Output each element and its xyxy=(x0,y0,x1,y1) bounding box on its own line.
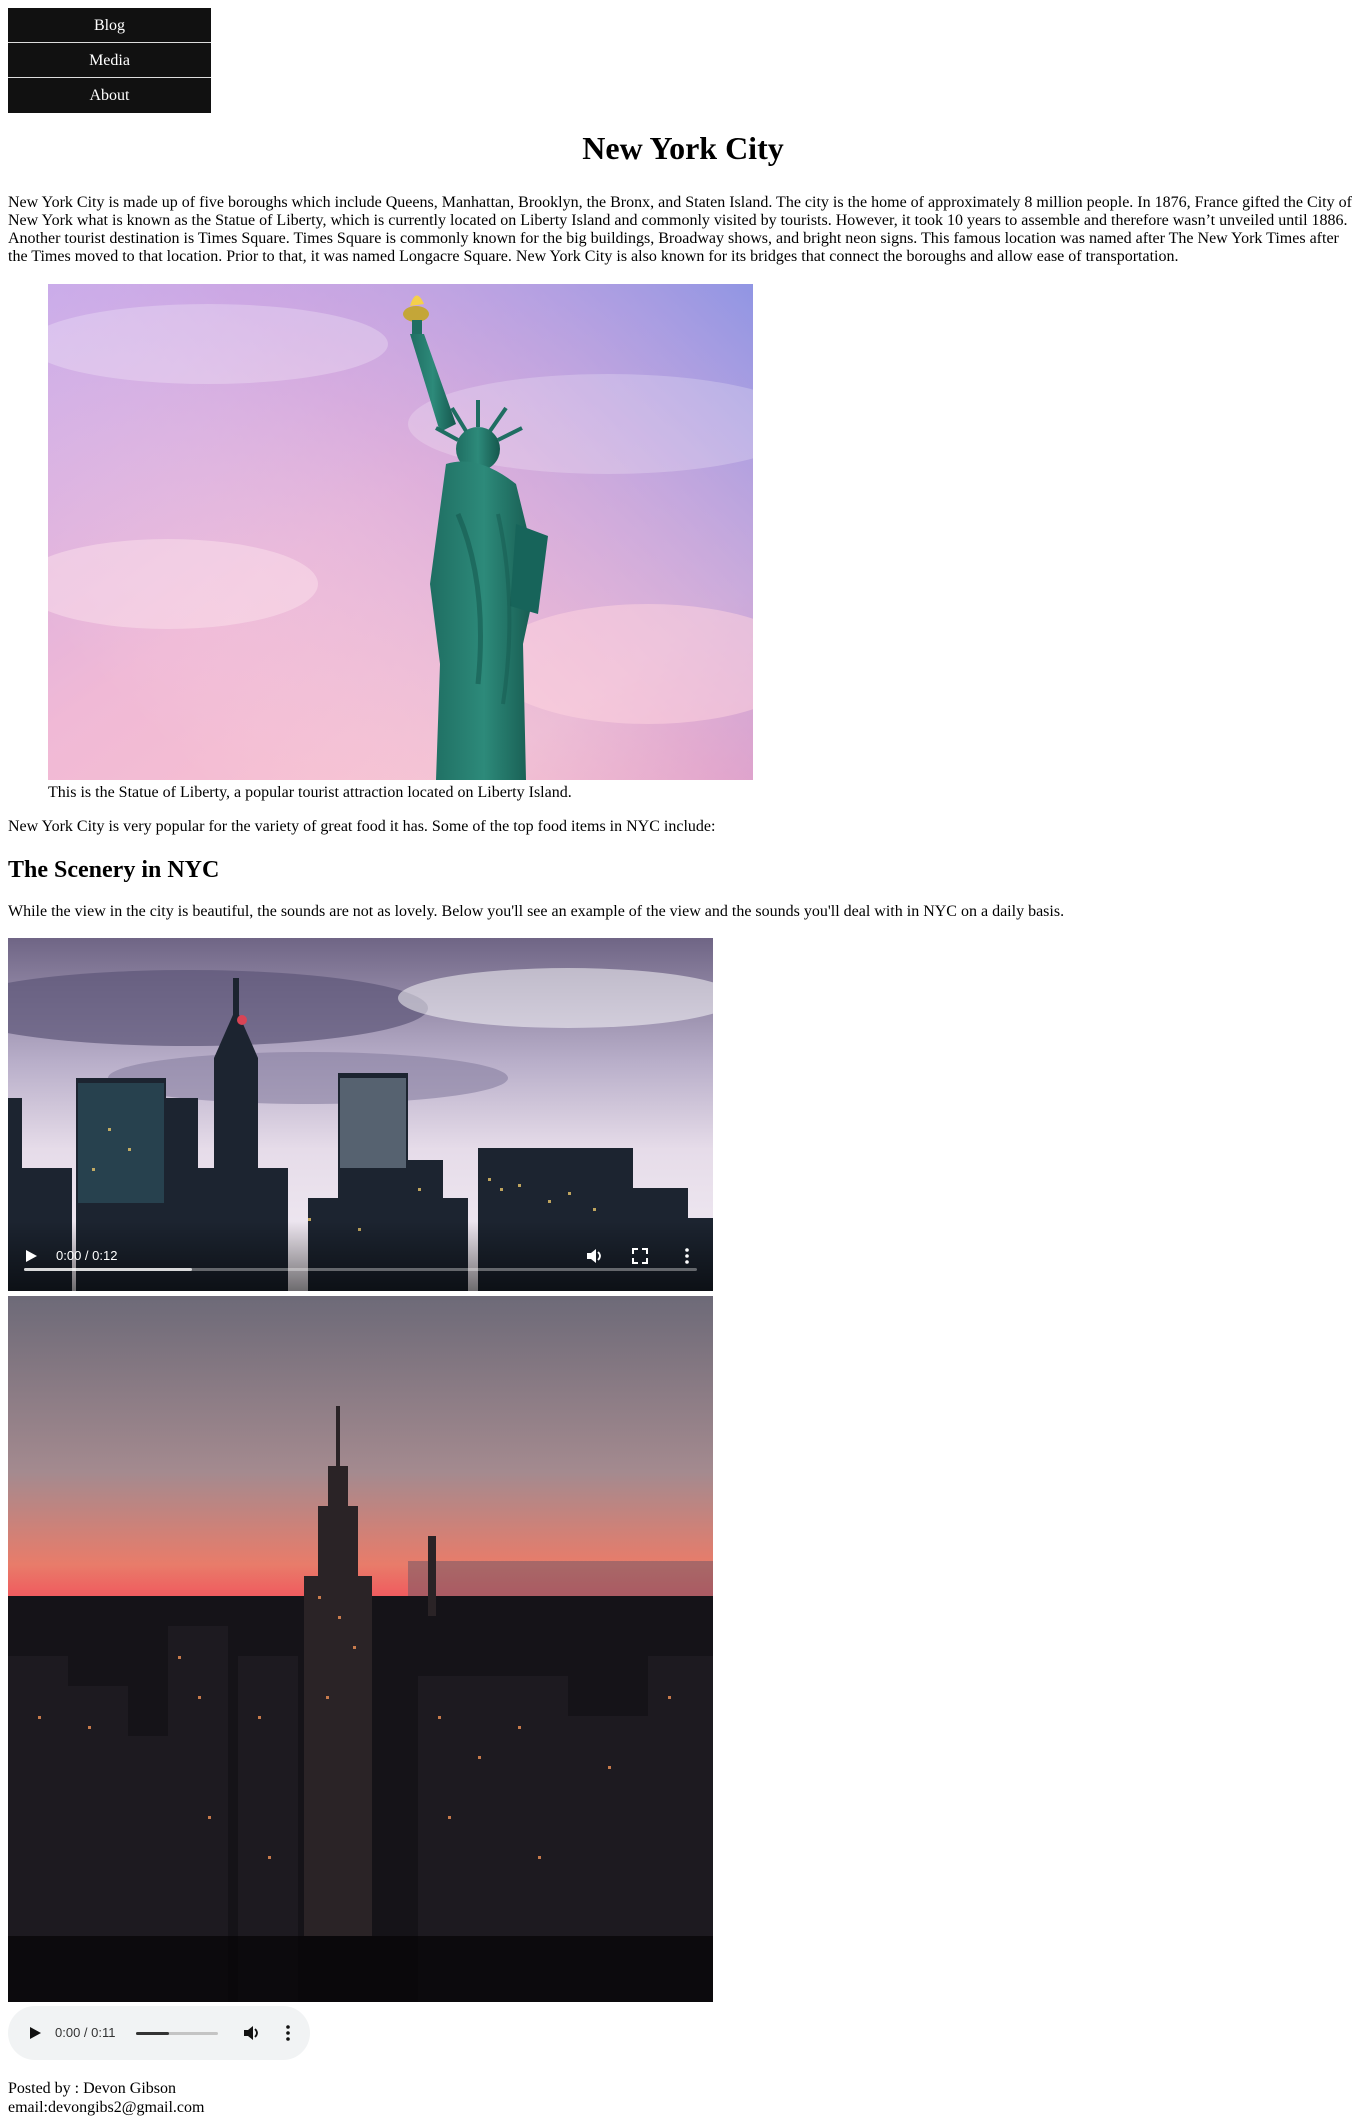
video-time: 0:00 / 0:12 xyxy=(56,1248,118,1263)
statue-caption: This is the Statue of Liberty, a popular… xyxy=(48,784,572,801)
video-progress-bar[interactable] xyxy=(24,1268,697,1271)
nav-item-media[interactable]: Media xyxy=(8,43,211,78)
audio-progress-fill xyxy=(136,2032,169,2035)
nav-item-blog[interactable]: Blog xyxy=(8,8,211,43)
scenery-heading: The Scenery in NYC xyxy=(8,857,220,883)
author-email: email:devongibs2@gmail.com xyxy=(8,2099,205,2116)
statue-of-liberty-image xyxy=(48,284,753,780)
play-icon[interactable] xyxy=(28,2026,42,2040)
footer: Posted by : Devon Gibson email:devongibs… xyxy=(8,2079,204,2117)
video-controls: 0:00 / 0:12 xyxy=(8,1221,713,1291)
nav-item-about[interactable]: About xyxy=(8,78,211,113)
volume-icon[interactable] xyxy=(242,2024,260,2042)
city-video-player[interactable]: 0:00 / 0:12 xyxy=(8,938,713,1291)
more-options-icon[interactable] xyxy=(283,2024,293,2042)
city-sounds-audio-player[interactable]: 0:00 / 0:11 xyxy=(8,2006,310,2060)
nav-menu: Blog Media About xyxy=(8,8,211,113)
audio-progress-bar[interactable] xyxy=(136,2032,218,2035)
intro-paragraph: New York City is made up of five borough… xyxy=(8,194,1352,265)
audio-time: 0:00 / 0:11 xyxy=(55,2025,116,2040)
food-paragraph: New York City is very popular for the va… xyxy=(8,818,716,835)
scenery-paragraph: While the view in the city is beautiful,… xyxy=(8,903,1065,920)
page-title: New York City xyxy=(582,130,784,166)
posted-by: Posted by : Devon Gibson xyxy=(8,2080,176,2097)
city-skyline-image xyxy=(8,1296,713,2002)
play-icon[interactable] xyxy=(24,1249,38,1263)
volume-icon[interactable] xyxy=(585,1247,603,1265)
more-options-icon[interactable] xyxy=(681,1247,693,1265)
video-progress-fill xyxy=(24,1268,193,1271)
fullscreen-icon[interactable] xyxy=(631,1247,649,1265)
